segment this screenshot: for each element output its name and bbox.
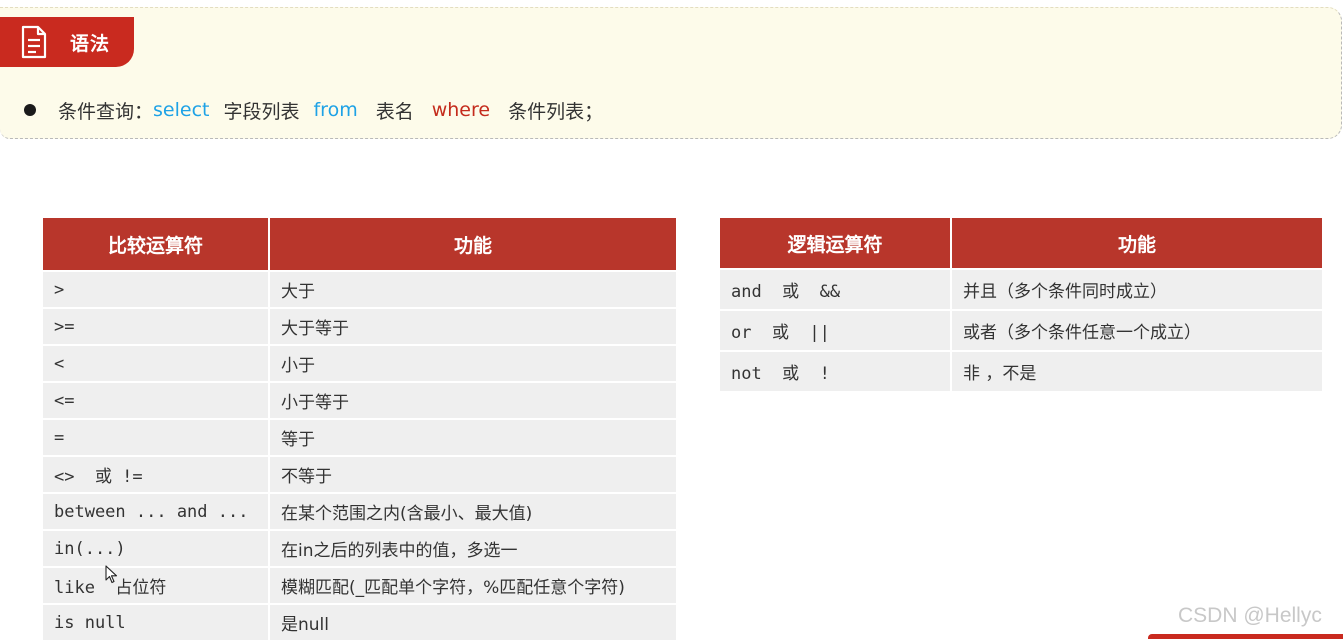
operator-cell: between ... and ...: [43, 494, 268, 529]
operator-cell: or 或 ||: [720, 311, 950, 350]
table-row: like 占位符 模糊匹配(_匹配单个字符，%匹配任意个字符): [43, 568, 676, 603]
syntax-conditions: 条件列表；: [508, 100, 604, 123]
operator-cell: =: [43, 420, 268, 455]
red-corner-bar: [1148, 634, 1343, 639]
bullet-dot: [24, 104, 36, 116]
syntax-line: 条件查询： select 字段列表 from 表名 where 条件列表；: [24, 97, 603, 123]
syntax-prefix: 条件查询：: [58, 100, 154, 123]
operator-cell: in(...): [43, 531, 268, 566]
operator-cell: >=: [43, 309, 268, 344]
function-cell: 或者（多个条件任意一个成立）: [952, 311, 1322, 350]
operator-cell: <=: [43, 383, 268, 418]
operator-cell: is null: [43, 605, 268, 640]
keyword-where: where: [431, 99, 491, 121]
table-row: not 或 ! 非 ，不是: [720, 352, 1322, 391]
operator-cell: like 占位符: [43, 568, 268, 603]
document-icon: [20, 25, 48, 63]
table-row: < 小于: [43, 346, 676, 381]
table-row: >= 大于等于: [43, 309, 676, 344]
watermark: CSDN @Hellyc: [1178, 604, 1322, 627]
syntax-table-name: 表名: [375, 100, 414, 123]
operator-cell: >: [43, 272, 268, 307]
keyword-from: from: [313, 99, 358, 121]
operator-cell: and 或 &&: [720, 270, 950, 309]
function-cell: 在某个范围之内(含最小、最大值): [270, 494, 676, 529]
operator-cell: not 或 !: [720, 352, 950, 391]
table-row: <= 小于等于: [43, 383, 676, 418]
keyword-select: select: [153, 99, 210, 121]
table-row: > 大于: [43, 272, 676, 307]
function-cell: 非 ，不是: [952, 352, 1322, 391]
operator-cell: <: [43, 346, 268, 381]
comparison-operators-table: 比较运算符 功能 > 大于 >= 大于等于 < 小于 <= 小于等于 = 等于 <> 或 != 不等于…: [43, 218, 676, 640]
function-cell: 小于: [270, 346, 676, 381]
table-row: is null 是null: [43, 605, 676, 640]
table-row: in(...) 在in之后的列表中的值，多选一: [43, 531, 676, 566]
function-cell: 不等于: [270, 457, 676, 492]
syntax-tag: 语法: [0, 17, 134, 67]
function-cell: 并且（多个条件同时成立）: [952, 270, 1322, 309]
function-cell: 小于等于: [270, 383, 676, 418]
header-cell: 功能: [952, 218, 1322, 268]
mouse-cursor-icon: [105, 565, 119, 589]
table-row: <> 或 != 不等于: [43, 457, 676, 492]
logical-operators-table: 逻辑运算符 功能 and 或 && 并且（多个条件同时成立） or 或 || 或者（多…: [720, 218, 1322, 391]
header-cell: 比较运算符: [43, 218, 268, 270]
table-row: or 或 || 或者（多个条件任意一个成立）: [720, 311, 1322, 350]
syntax-tag-label: 语法: [70, 33, 111, 55]
function-cell: 大于: [270, 272, 676, 307]
function-cell: 是null: [270, 605, 676, 640]
table-header: 逻辑运算符 功能: [720, 218, 1322, 268]
header-cell: 功能: [270, 218, 676, 270]
function-cell: 等于: [270, 420, 676, 455]
syntax-fields: 字段列表: [223, 100, 300, 123]
table-row: and 或 && 并且（多个条件同时成立）: [720, 270, 1322, 309]
table-row: between ... and ... 在某个范围之内(含最小、最大值): [43, 494, 676, 529]
header-cell: 逻辑运算符: [720, 218, 950, 268]
function-cell: 大于等于: [270, 309, 676, 344]
function-cell: 在in之后的列表中的值，多选一: [270, 531, 676, 566]
table-header: 比较运算符 功能: [43, 218, 676, 270]
table-row: = 等于: [43, 420, 676, 455]
operator-cell: <> 或 !=: [43, 457, 268, 492]
function-cell: 模糊匹配(_匹配单个字符，%匹配任意个字符): [270, 568, 676, 603]
